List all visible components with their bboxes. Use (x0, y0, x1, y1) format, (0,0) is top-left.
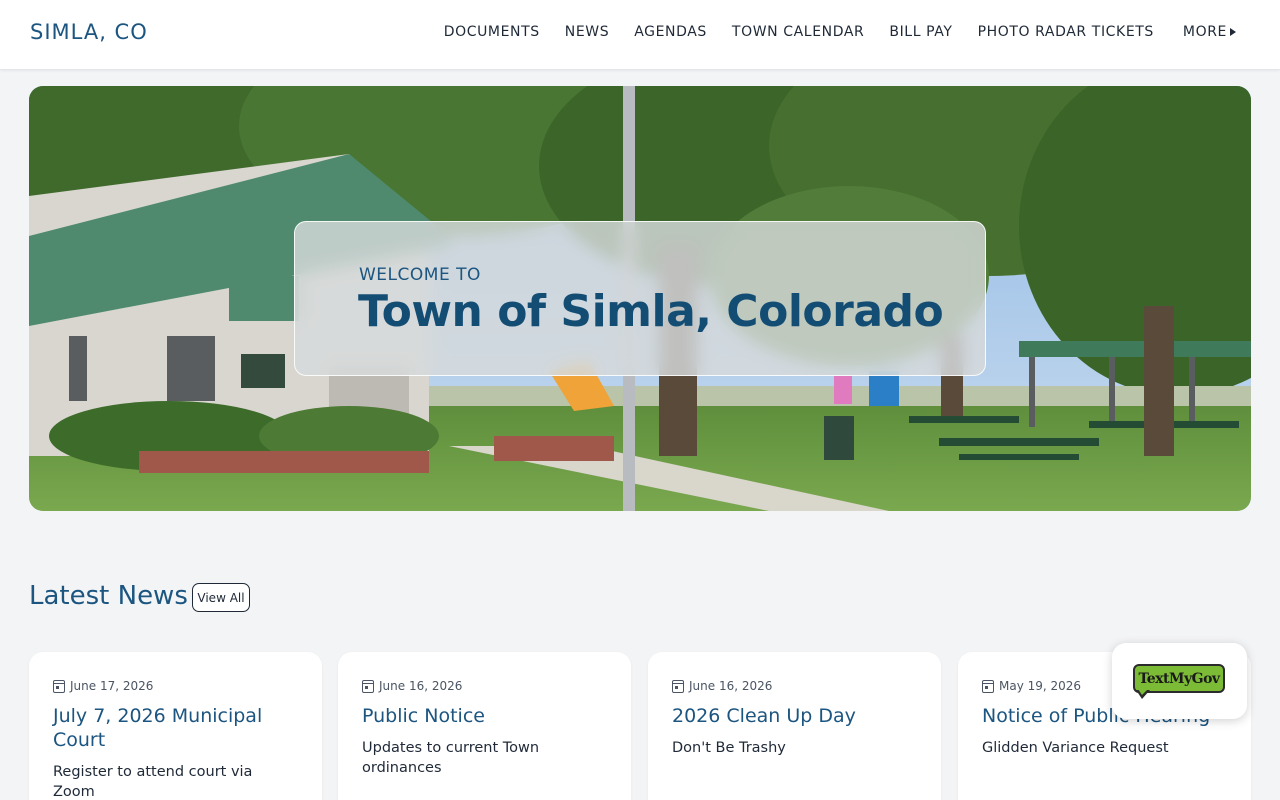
news-card-title[interactable]: July 7, 2026 Municipal Court (53, 704, 303, 752)
nav-more[interactable]: MORE (1183, 24, 1236, 40)
news-card[interactable]: June 16, 2026 2026 Clean Up Day Don't Be… (648, 652, 941, 800)
nav-documents[interactable]: DOCUMENTS (444, 24, 540, 40)
hero-title: Town of Simla, Colorado (358, 286, 944, 337)
speech-bubble-tail-fill (1138, 689, 1148, 695)
site-header: SIMLA, CO DOCUMENTS NEWS AGENDAS TOWN CA… (0, 0, 1280, 70)
nav-agendas[interactable]: AGENDAS (634, 24, 707, 40)
news-card[interactable]: June 16, 2026 Public Notice Updates to c… (338, 652, 631, 800)
nav-news[interactable]: NEWS (565, 24, 609, 40)
site-title[interactable]: SIMLA, CO (30, 20, 148, 44)
calendar-icon (982, 679, 994, 693)
news-card-description: Don't Be Trashy (672, 740, 786, 756)
news-card-description: Glidden Variance Request (982, 740, 1169, 756)
news-card-title[interactable]: Public Notice (362, 704, 612, 728)
news-card-date-row: June 16, 2026 (362, 679, 462, 693)
news-card-date-row: May 19, 2026 (982, 679, 1081, 693)
view-all-button[interactable]: View All (192, 583, 250, 612)
calendar-icon (362, 679, 374, 693)
nav-photo-radar-tickets[interactable]: PHOTO RADAR TICKETS (978, 24, 1154, 40)
news-card-date: June 17, 2026 (70, 679, 154, 693)
news-card[interactable]: June 17, 2026 July 7, 2026 Municipal Cou… (29, 652, 322, 800)
hero-banner: WELCOME TO Town of Simla, Colorado (29, 86, 1251, 511)
news-card-date: May 19, 2026 (999, 679, 1082, 693)
news-card-date: June 16, 2026 (689, 679, 773, 693)
news-card-date-row: June 17, 2026 (53, 679, 153, 693)
news-card-title[interactable]: 2026 Clean Up Day (672, 704, 922, 728)
textmygov-widget[interactable]: TextMyGov (1112, 643, 1247, 719)
main-nav: DOCUMENTS NEWS AGENDAS TOWN CALENDAR BIL… (419, 24, 1236, 40)
calendar-icon (672, 679, 684, 693)
nav-bill-pay[interactable]: BILL PAY (889, 24, 952, 40)
nav-town-calendar[interactable]: TOWN CALENDAR (732, 24, 864, 40)
nav-more-label: MORE (1182, 24, 1227, 40)
news-card-description: Updates to current Town ordinances (362, 740, 540, 776)
hero-welcome: WELCOME TO (359, 265, 481, 285)
news-card-date-row: June 16, 2026 (672, 679, 772, 693)
hero-welcome-card: WELCOME TO Town of Simla, Colorado (294, 221, 986, 376)
calendar-icon (53, 679, 65, 693)
latest-news-heading: Latest News (29, 581, 188, 611)
news-card-date: June 16, 2026 (379, 679, 463, 693)
news-card-description: Register to attend court via Zoom (53, 764, 253, 800)
caret-right-icon (1230, 28, 1236, 36)
